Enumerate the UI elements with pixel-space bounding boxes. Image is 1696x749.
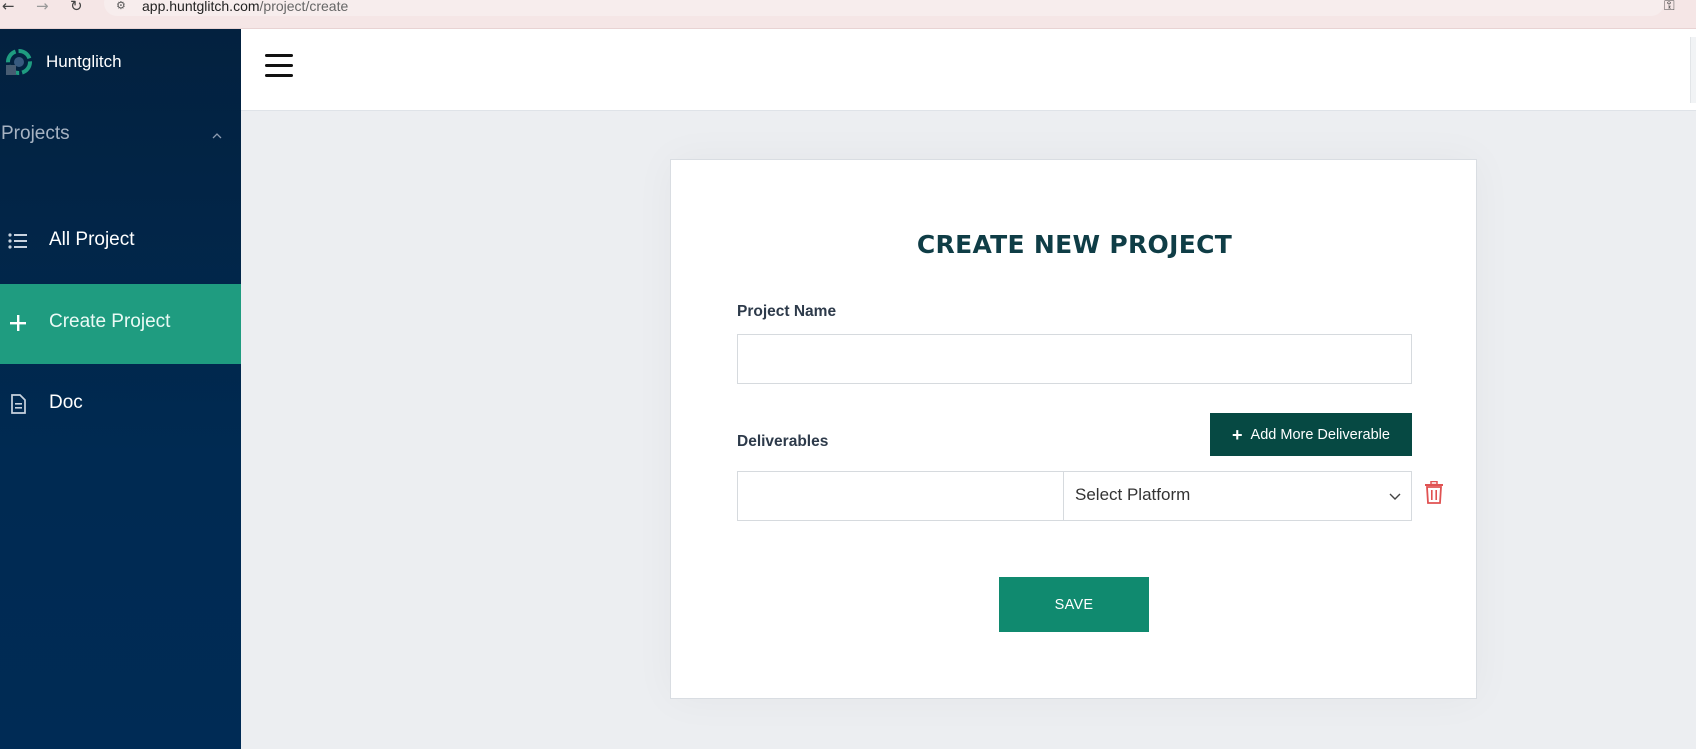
sidebar-item-label: Doc — [49, 392, 83, 413]
brand[interactable]: Huntglitch — [0, 45, 241, 85]
back-icon[interactable]: ← — [2, 0, 15, 14]
deliverables-label: Deliverables — [737, 433, 829, 450]
trash-icon[interactable] — [1423, 481, 1445, 505]
projects-section-header[interactable]: Projects — [0, 121, 241, 151]
url-path: /project/create — [259, 0, 349, 14]
create-project-card: CREATE NEW PROJECT Project Name Delivera… — [670, 159, 1477, 699]
list-icon — [8, 233, 27, 249]
section-title: Projects — [1, 123, 70, 144]
sidebar: Huntglitch Projects All Project Create P… — [0, 29, 241, 749]
url-text[interactable]: app.huntglitch.com/project/create — [142, 0, 348, 13]
sidebar-item-label: All Project — [49, 229, 135, 250]
project-name-label: Project Name — [737, 303, 837, 320]
chevron-up-icon — [212, 133, 222, 139]
scrollbar[interactable] — [1690, 37, 1696, 103]
deliverable-input[interactable] — [738, 472, 1064, 520]
top-header — [241, 29, 1696, 111]
key-icon[interactable]: ⚿ — [1664, 0, 1675, 13]
forward-icon[interactable]: → — [36, 0, 49, 14]
hamburger-menu-icon[interactable] — [265, 54, 293, 78]
sidebar-item-doc[interactable]: Doc — [0, 365, 241, 445]
url-host: app.huntglitch.com — [142, 0, 260, 14]
sidebar-item-label: Create Project — [49, 311, 171, 332]
deliverable-row: Select Platform — [737, 471, 1412, 521]
plus-icon — [10, 315, 26, 331]
add-more-deliverable-button[interactable]: + Add More Deliverable — [1210, 413, 1412, 456]
sidebar-item-create-project[interactable]: Create Project — [0, 284, 241, 364]
platform-select[interactable]: Select Platform — [1064, 472, 1411, 520]
platform-select-value: Select Platform — [1075, 485, 1191, 504]
reload-icon[interactable]: ↻ — [70, 0, 83, 14]
plus-icon: + — [1232, 424, 1243, 445]
sidebar-item-all-project[interactable]: All Project — [0, 202, 241, 282]
brand-name: Huntglitch — [46, 52, 122, 71]
project-name-input[interactable] — [737, 334, 1412, 384]
site-settings-icon[interactable]: ⚙ — [116, 0, 130, 12]
document-icon — [11, 394, 26, 414]
browser-toolbar: ← → ↻ ⚙ app.huntglitch.com/project/creat… — [0, 0, 1696, 29]
add-more-deliverable-label: Add More Deliverable — [1250, 426, 1390, 443]
page-title: CREATE NEW PROJECT — [916, 230, 1233, 259]
save-button[interactable]: SAVE — [999, 577, 1149, 632]
huntglitch-logo-icon — [6, 49, 32, 75]
chevron-down-icon — [1389, 493, 1401, 500]
